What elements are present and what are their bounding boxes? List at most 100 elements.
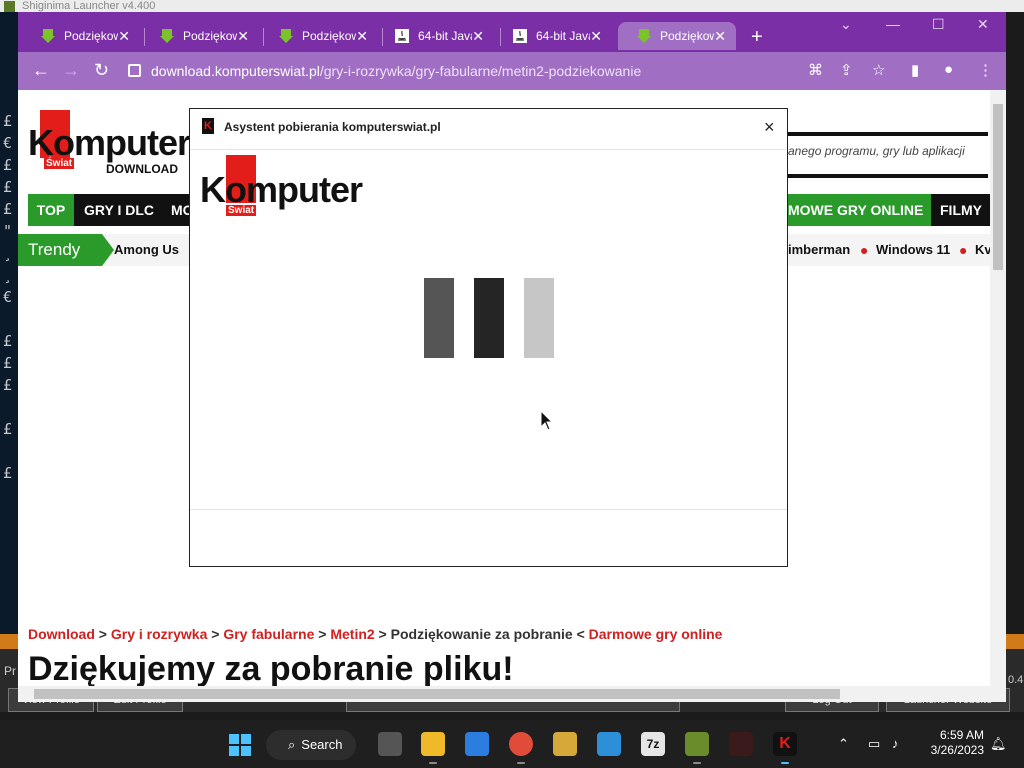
close-icon[interactable]: ✕ bbox=[237, 28, 249, 45]
breadcrumb-gry[interactable]: Gry i rozrywka bbox=[111, 626, 208, 642]
breadcrumb-download[interactable]: Download bbox=[28, 626, 95, 642]
clock-time: 6:59 AM bbox=[939, 728, 984, 742]
breadcrumb-fabularne[interactable]: Gry fabularne bbox=[223, 626, 314, 642]
minimize-icon[interactable]: — bbox=[886, 16, 900, 32]
url-path: /gry-i-rozrywka/gry-fabularne/metin2-pod… bbox=[319, 63, 642, 79]
nav-filmy[interactable]: FILMY bbox=[940, 194, 982, 226]
forward-arrow-icon[interactable]: → bbox=[62, 60, 80, 81]
app-icon-dark[interactable] bbox=[729, 732, 753, 756]
background-glyph: " bbox=[3, 222, 13, 240]
volume-icon[interactable]: ♪ bbox=[892, 736, 899, 751]
background-glyph bbox=[3, 308, 17, 330]
close-icon[interactable]: ✕ bbox=[590, 28, 602, 45]
horizontal-scroll-thumb[interactable] bbox=[34, 689, 840, 699]
background-window-title: Shiginima Launcher v4.400 bbox=[22, 0, 156, 12]
reload-icon[interactable]: ↻ bbox=[94, 60, 109, 81]
komputerswiat-taskbar-icon[interactable]: K bbox=[773, 732, 797, 756]
breadcrumb-metin2[interactable]: Metin2 bbox=[330, 626, 374, 642]
nav-top[interactable]: TOP bbox=[28, 194, 74, 226]
background-right-panel bbox=[1006, 12, 1024, 712]
close-icon[interactable]: ✕ bbox=[118, 28, 130, 45]
background-glyph: € bbox=[3, 134, 13, 152]
tab-label: Podziękowanie bbox=[183, 29, 238, 43]
address-bar[interactable]: download.komputerswiat.pl/gry-i-rozrywka… bbox=[128, 59, 888, 83]
nav-gry-i-dlc[interactable]: GRY I DLC bbox=[84, 194, 154, 226]
background-glyph bbox=[3, 396, 17, 418]
clock[interactable]: 6:59 AM 3/26/2023 bbox=[928, 728, 984, 758]
tab-podziekowanie-2[interactable]: Podziękowanie ✕ bbox=[141, 22, 259, 50]
site-logo[interactable]: Komputer Świat DOWNLOAD bbox=[28, 110, 191, 176]
download-arrow-icon bbox=[160, 29, 174, 43]
tab-java-1[interactable]: 64-bit Java ✕ bbox=[376, 22, 494, 50]
tab-java-2[interactable]: 64-bit Java ✕ bbox=[494, 22, 612, 50]
side-panel-icon[interactable]: ▮ bbox=[911, 61, 919, 79]
background-glyph: £ bbox=[3, 354, 13, 372]
tab-label: 64-bit Java bbox=[536, 29, 591, 43]
vertical-scroll-thumb[interactable] bbox=[993, 104, 1003, 270]
trendy-among-us[interactable]: Among Us bbox=[114, 234, 179, 266]
breadcrumb-darmowe[interactable]: Darmowe gry online bbox=[589, 626, 723, 642]
tab-podziekowanie-active[interactable]: Podziękowanie ✕ bbox=[618, 22, 736, 50]
share-icon[interactable]: ⇪ bbox=[840, 61, 853, 79]
network-icon[interactable]: ▭ bbox=[868, 736, 880, 752]
bookmark-star-icon[interactable]: ☆ bbox=[872, 61, 885, 79]
dialog-header: K Asystent pobierania komputerswiat.pl × bbox=[190, 109, 787, 150]
minecraft-icon[interactable] bbox=[685, 732, 709, 756]
close-icon[interactable]: ✕ bbox=[356, 28, 368, 45]
trendy-windows-11[interactable]: Windows 11 bbox=[876, 234, 950, 266]
app-icon-coins[interactable] bbox=[553, 732, 577, 756]
chrome-icon[interactable] bbox=[509, 732, 533, 756]
background-glyph: £ bbox=[3, 112, 13, 130]
breadcrumb: Download > Gry i rozrywka > Gry fabularn… bbox=[28, 626, 723, 642]
background-left-glyphs: £ € £ £ £ " ¸ ¸ € £ £ £ £ £ bbox=[3, 110, 17, 484]
file-explorer-icon[interactable] bbox=[421, 732, 445, 756]
breadcrumb-current: Podziękowanie za pobranie bbox=[390, 626, 573, 642]
7zip-icon[interactable]: 7z bbox=[641, 732, 665, 756]
background-glyph: £ bbox=[3, 332, 13, 350]
notification-bell-icon[interactable]: 🔔︎ bbox=[990, 736, 1007, 752]
running-indicator bbox=[693, 762, 701, 764]
background-glyph: £ bbox=[3, 420, 13, 438]
menu-kebab-icon[interactable]: ⋮ bbox=[978, 61, 993, 79]
background-glyph bbox=[3, 440, 17, 462]
tab-podziekowanie-1[interactable]: Podziękowanie ✕ bbox=[22, 22, 140, 50]
download-arrow-icon bbox=[279, 29, 293, 43]
komputerswiat-k-icon: K bbox=[202, 118, 214, 134]
tray-chevron-icon[interactable]: ⌃ bbox=[838, 736, 849, 752]
trendy-timberman[interactable]: imberman bbox=[788, 234, 850, 266]
tab-label: 64-bit Java bbox=[418, 29, 473, 43]
search-icon: ⌕ bbox=[288, 737, 296, 752]
background-glyph: £ bbox=[3, 178, 13, 196]
profile-icon[interactable]: ● bbox=[944, 61, 953, 78]
tab-podziekowanie-3[interactable]: Podziękowanie ✕ bbox=[260, 22, 378, 50]
browser-toolbar: ← → ↻ download.komputerswiat.pl/gry-i-ro… bbox=[18, 52, 1006, 90]
translate-icon[interactable]: ⌘ bbox=[808, 61, 823, 79]
nav-darmowe-gry-online[interactable]: MOWE GRY ONLINE bbox=[780, 194, 932, 226]
background-glyph: ¸ bbox=[3, 244, 13, 262]
vertical-scrollbar[interactable] bbox=[990, 90, 1006, 686]
horizontal-scrollbar[interactable] bbox=[18, 686, 1006, 702]
taskbar-search-button[interactable]: ⌕ Search bbox=[266, 730, 356, 760]
logo-download: DOWNLOAD bbox=[106, 162, 178, 176]
close-icon[interactable]: ✕ bbox=[472, 28, 484, 45]
background-glyph: £ bbox=[3, 200, 13, 218]
task-view-icon[interactable] bbox=[378, 732, 402, 756]
download-arrow-icon bbox=[41, 29, 55, 43]
tab-search-icon[interactable]: ⌄ bbox=[840, 16, 852, 33]
new-tab-button[interactable]: + bbox=[751, 26, 763, 49]
windows-start-icon[interactable] bbox=[228, 733, 252, 757]
running-indicator bbox=[517, 762, 525, 764]
page-title: Dziękujemy za pobranie pliku! bbox=[28, 650, 514, 688]
app-icon-blue[interactable] bbox=[597, 732, 621, 756]
bullet-dot: ● bbox=[860, 242, 869, 258]
close-window-icon[interactable]: ✕ bbox=[977, 16, 989, 33]
dialog-close-button[interactable]: × bbox=[764, 117, 775, 138]
download-arrow-icon bbox=[637, 29, 651, 43]
maximize-icon[interactable]: ☐ bbox=[932, 16, 945, 33]
close-icon[interactable]: ✕ bbox=[714, 28, 726, 45]
microsoft-store-icon[interactable] bbox=[465, 732, 489, 756]
download-assistant-dialog: K Asystent pobierania komputerswiat.pl ×… bbox=[189, 108, 788, 567]
background-glyph: ¸ bbox=[3, 266, 13, 284]
back-arrow-icon[interactable]: ← bbox=[32, 60, 50, 81]
site-search-placeholder: anego programu, gry lub aplikacji bbox=[788, 144, 965, 158]
